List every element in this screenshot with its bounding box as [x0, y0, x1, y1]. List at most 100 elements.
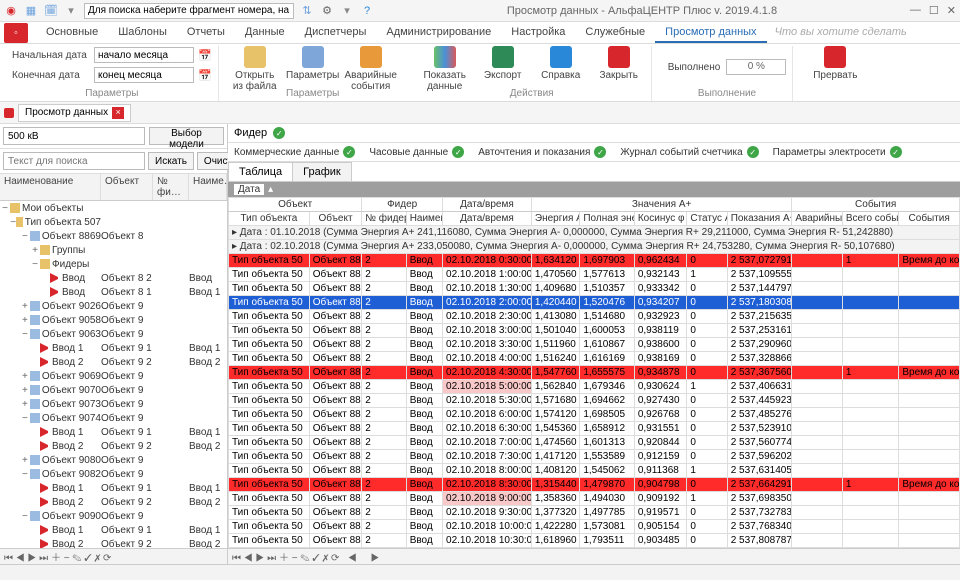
- ribbon-tab[interactable]: Просмотр данных: [655, 22, 766, 43]
- open-file-button[interactable]: Открыть из файла: [229, 46, 281, 92]
- tree-node[interactable]: +Объект 9080Объект 9: [0, 453, 227, 467]
- tree-node[interactable]: −Мои объекты: [0, 201, 227, 215]
- column-header[interactable]: События: [899, 212, 960, 226]
- data-type-check[interactable]: Авточтения и показания✓: [478, 146, 606, 158]
- tree-node[interactable]: −Объект 9082Объект 9: [0, 467, 227, 481]
- title-search-combo[interactable]: [84, 3, 294, 19]
- alarm-events-button[interactable]: Аварийные события: [345, 46, 397, 92]
- search-button[interactable]: Искать: [148, 152, 194, 170]
- tree-node[interactable]: Ввод 1Объект 9 1Ввод 1: [0, 425, 227, 439]
- qat-icon[interactable]: ▦: [24, 4, 38, 18]
- table-row[interactable]: Тип объекта 50Объект 882Ввод02.10.2018 9…: [229, 492, 960, 506]
- column-header[interactable]: Энергия A+: [531, 212, 579, 226]
- tree-node[interactable]: ВводОбъект 8 2Ввод: [0, 271, 227, 285]
- ribbon-tab[interactable]: Отчеты: [177, 22, 235, 43]
- minimize-button[interactable]: —: [910, 4, 921, 17]
- ribbon-tab[interactable]: Данные: [235, 22, 295, 43]
- tree-node[interactable]: Ввод 1Объект 9 1Ввод 1: [0, 481, 227, 495]
- tree-node[interactable]: +Объект 9073Объект 9: [0, 397, 227, 411]
- object-tree[interactable]: −Мои объекты−Тип объекта 507−Объект 8869…: [0, 201, 227, 548]
- tree-navigator[interactable]: ⏮ ◀ ▶ ⏭ ＋ − ✎ ✓ ✗ ⟳: [0, 548, 227, 564]
- data-type-check[interactable]: Параметры электросети✓: [773, 146, 902, 158]
- tree-node[interactable]: Ввод 1Объект 9 1Ввод 1: [0, 341, 227, 355]
- table-row[interactable]: Тип объекта 50Объект 882Ввод02.10.2018 2…: [229, 296, 960, 310]
- column-header[interactable]: Статус A+: [687, 212, 727, 226]
- data-type-check[interactable]: Коммерческие данные✓: [234, 146, 355, 158]
- end-date-input[interactable]: [94, 67, 194, 83]
- table-row[interactable]: Тип объекта 50Объект 882Ввод02.10.2018 4…: [229, 366, 960, 380]
- table-row[interactable]: Тип объекта 50Объект 882Ввод02.10.2018 7…: [229, 450, 960, 464]
- qat-dropdown-icon[interactable]: ▾: [340, 4, 354, 18]
- subtab-chart[interactable]: График: [292, 162, 352, 181]
- calendar-icon[interactable]: 📅: [198, 69, 212, 82]
- qat-icon[interactable]: ⇅: [300, 4, 314, 18]
- tree-node[interactable]: −Фидеры: [0, 257, 227, 271]
- table-row[interactable]: Тип объекта 50Объект 882Ввод02.10.2018 1…: [229, 548, 960, 549]
- qat-icon[interactable]: ▾: [64, 4, 78, 18]
- app-menu-button[interactable]: ◦: [4, 23, 28, 43]
- table-row[interactable]: Тип объекта 50Объект 882Ввод02.10.2018 8…: [229, 464, 960, 478]
- subtab-table[interactable]: Таблица: [228, 162, 293, 181]
- ribbon-tab[interactable]: Шаблоны: [108, 22, 177, 43]
- column-header[interactable]: Косинус φ A+: [634, 212, 687, 226]
- table-row[interactable]: Тип объекта 50Объект 882Ввод02.10.2018 1…: [229, 534, 960, 548]
- tree-node[interactable]: −Объект 9090Объект 9: [0, 509, 227, 523]
- ribbon-tab[interactable]: Настройка: [501, 22, 575, 43]
- tree-node[interactable]: −Тип объекта 507: [0, 215, 227, 229]
- tell-me-input[interactable]: Что вы хотите сделать: [767, 22, 960, 43]
- tree-search-input[interactable]: [3, 152, 145, 170]
- help-icon[interactable]: ?: [360, 4, 374, 18]
- column-header[interactable]: Дата/время: [443, 212, 532, 226]
- table-row[interactable]: Тип объекта 50Объект 882Ввод02.10.2018 2…: [229, 310, 960, 324]
- tree-node[interactable]: +Объект 9026Объект 9: [0, 299, 227, 313]
- tree-node[interactable]: Ввод 2Объект 9 2Ввод 2: [0, 495, 227, 509]
- column-header[interactable]: Всего событий: [842, 212, 899, 226]
- check-icon[interactable]: ✓: [273, 127, 285, 139]
- tree-node[interactable]: ВводОбъект 8 1Ввод 1: [0, 285, 227, 299]
- table-row[interactable]: Тип объекта 50Объект 882Ввод02.10.2018 8…: [229, 478, 960, 492]
- gear-icon[interactable]: ⚙: [320, 4, 334, 18]
- close-tab-icon[interactable]: ×: [112, 107, 124, 119]
- ribbon-tab[interactable]: Основные: [36, 22, 108, 43]
- params-button[interactable]: Параметры: [287, 46, 339, 81]
- tree-node[interactable]: +Объект 9070Объект 9: [0, 383, 227, 397]
- tree-node[interactable]: +Объект 9058Объект 9: [0, 313, 227, 327]
- tree-node[interactable]: Ввод 2Объект 9 2Ввод 2: [0, 537, 227, 548]
- qat-icon[interactable]: ◉: [4, 4, 18, 18]
- calendar-icon[interactable]: 📅: [198, 49, 212, 62]
- column-header[interactable]: Полная энергия A+: [580, 212, 635, 226]
- column-header[interactable]: Наименование: [406, 212, 442, 226]
- column-header[interactable]: Тип объекта: [229, 212, 310, 226]
- ribbon-tab[interactable]: Администрирование: [376, 22, 501, 43]
- table-row[interactable]: Тип объекта 50Объект 882Ввод02.10.2018 1…: [229, 282, 960, 296]
- ribbon-tab[interactable]: Диспетчеры: [295, 22, 377, 43]
- table-row[interactable]: Тип объекта 50Объект 882Ввод02.10.2018 5…: [229, 380, 960, 394]
- data-grid[interactable]: Объект Фидер Дата/время Значения A+ Собы…: [228, 197, 960, 548]
- help-button[interactable]: Справка: [535, 46, 587, 81]
- tree-node[interactable]: −Объект 9074Объект 9: [0, 411, 227, 425]
- table-row[interactable]: Тип объекта 50Объект 882Ввод02.10.2018 4…: [229, 352, 960, 366]
- table-row[interactable]: Тип объекта 50Объект 882Ввод02.10.2018 3…: [229, 338, 960, 352]
- group-by-bar[interactable]: Дата▴: [228, 182, 960, 197]
- table-row[interactable]: Тип объекта 50Объект 882Ввод02.10.2018 9…: [229, 506, 960, 520]
- show-data-button[interactable]: Показать данные: [419, 46, 471, 92]
- table-row[interactable]: Тип объекта 50Объект 882Ввод02.10.2018 1…: [229, 520, 960, 534]
- close-button[interactable]: ✕: [947, 4, 956, 17]
- export-button[interactable]: Экспорт: [477, 46, 529, 81]
- close-doc-button[interactable]: Закрыть: [593, 46, 645, 81]
- table-row[interactable]: Тип объекта 50Объект 882Ввод02.10.2018 5…: [229, 394, 960, 408]
- group-row[interactable]: ▸ Дата : 02.10.2018 (Сумма Энергия A+ 23…: [229, 240, 960, 254]
- table-row[interactable]: Тип объекта 50Объект 882Ввод02.10.2018 3…: [229, 324, 960, 338]
- choose-model-button[interactable]: Выбор модели: [149, 127, 224, 145]
- tree-node[interactable]: Ввод 2Объект 9 2Ввод 2: [0, 355, 227, 369]
- start-date-input[interactable]: [94, 47, 194, 63]
- model-input[interactable]: [3, 127, 145, 145]
- qat-icon[interactable]: 🗓: [44, 4, 58, 18]
- tree-node[interactable]: −Объект 9063Объект 9: [0, 327, 227, 341]
- column-header[interactable]: № фидера: [362, 212, 406, 226]
- group-row[interactable]: ▸ Дата : 01.10.2018 (Сумма Энергия A+ 24…: [229, 226, 960, 240]
- interrupt-button[interactable]: Прервать: [809, 46, 861, 81]
- data-type-check[interactable]: Часовые данные✓: [369, 146, 464, 158]
- table-row[interactable]: Тип объекта 50Объект 882Ввод02.10.2018 6…: [229, 408, 960, 422]
- table-row[interactable]: Тип объекта 50Объект 882Ввод02.10.2018 7…: [229, 436, 960, 450]
